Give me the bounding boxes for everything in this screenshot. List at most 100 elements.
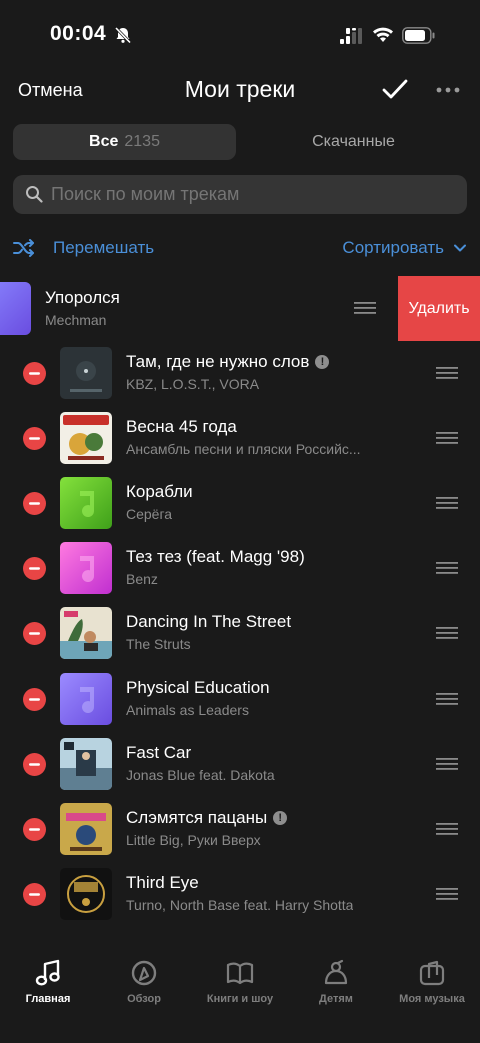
drag-handle-icon[interactable] — [436, 561, 458, 575]
drag-handle-icon[interactable] — [436, 626, 458, 640]
remove-icon[interactable] — [23, 492, 46, 515]
status-time: 00:04 — [50, 22, 107, 45]
tab-label: Детям — [319, 993, 353, 1005]
segment-all-count: 2135 — [124, 133, 160, 150]
track-row[interactable]: Dancing In The Street The Struts — [0, 601, 480, 666]
delete-button[interactable]: Удалить — [398, 276, 480, 341]
more-icon[interactable] — [436, 86, 460, 94]
tab-label: Главная — [25, 993, 71, 1005]
track-title: Там, где не нужно слов! — [126, 352, 330, 372]
tab-kids[interactable]: Детям — [288, 958, 384, 1005]
remove-icon[interactable] — [23, 622, 46, 645]
remove-icon[interactable] — [23, 753, 46, 776]
chevron-down-icon[interactable] — [454, 244, 466, 252]
tab-browse[interactable]: Обзор — [96, 958, 192, 1005]
drag-handle-icon[interactable] — [436, 692, 458, 706]
track-row[interactable]: Third Eye Turno, North Base feat. Harry … — [0, 862, 480, 927]
remove-icon[interactable] — [23, 818, 46, 841]
track-artist: Mechman — [45, 312, 107, 328]
track-title: Physical Education — [126, 678, 270, 697]
track-artist: KBZ, L.O.S.T., VORA — [126, 376, 260, 392]
drag-handle-icon[interactable] — [354, 301, 376, 315]
track-title: Корабли — [126, 482, 193, 501]
remove-icon[interactable] — [23, 427, 46, 450]
track-row[interactable]: Тез тез (feat. Magg '98) Benz — [0, 536, 480, 601]
tab-label: Книги и шоу — [206, 993, 274, 1005]
album-cover — [60, 542, 112, 594]
explicit-icon: ! — [315, 355, 330, 369]
track-artist: Benz — [126, 571, 158, 587]
wifi-icon — [373, 27, 393, 42]
segment-all-label: Все — [89, 133, 119, 150]
swiped-track-row[interactable]: Упоролся Mechman Удалить — [0, 276, 480, 341]
check-icon[interactable] — [382, 78, 408, 100]
album-cover — [60, 673, 112, 725]
signal-icon — [340, 28, 362, 44]
remove-icon[interactable] — [23, 362, 46, 385]
status-bar: 00:04 — [0, 0, 480, 70]
album-cover — [60, 477, 112, 529]
tab-bar: Главная Обзор Книги и шоу Детям Моя музы… — [0, 950, 480, 1043]
shuffle-icon[interactable] — [13, 239, 35, 257]
track-row[interactable]: Там, где не нужно слов! KBZ, L.O.S.T., V… — [0, 341, 480, 406]
remove-icon[interactable] — [23, 688, 46, 711]
shuffle-button[interactable]: Перемешать — [53, 238, 154, 258]
track-artist: Серёга — [126, 506, 173, 522]
track-title: Dancing In The Street — [126, 612, 292, 631]
track-row[interactable]: Весна 45 года Ансамбль песни и пляски Ро… — [0, 406, 480, 471]
segment-all[interactable]: Все 2135 — [13, 124, 236, 160]
track-title: Упоролся — [45, 288, 120, 307]
drag-handle-icon[interactable] — [436, 366, 458, 380]
music-note-icon — [35, 959, 60, 986]
track-artist: Animals as Leaders — [126, 702, 249, 718]
segment-downloaded[interactable]: Скачанные — [240, 124, 467, 160]
drag-handle-icon[interactable] — [436, 496, 458, 510]
track-artist: Turno, North Base feat. Harry Shotta — [126, 897, 354, 913]
actions-row: Перемешать Сортировать — [0, 232, 480, 266]
album-cover — [60, 607, 112, 659]
album-cover — [60, 738, 112, 790]
album-cover — [60, 347, 112, 399]
album-cover — [60, 803, 112, 855]
track-artist: Ансамбль песни и пляски Российс... — [126, 441, 361, 457]
track-row[interactable]: Physical Education Animals as Leaders — [0, 667, 480, 732]
drag-handle-icon[interactable] — [436, 822, 458, 836]
remove-icon[interactable] — [23, 883, 46, 906]
tab-home[interactable]: Главная — [0, 958, 96, 1005]
album-cover — [60, 412, 112, 464]
remove-icon[interactable] — [23, 557, 46, 580]
track-title: Слэмятся пацаны! — [126, 808, 288, 828]
tab-my-music[interactable]: Моя музыка — [384, 958, 480, 1005]
sort-button[interactable]: Сортировать — [342, 238, 444, 258]
my-music-icon — [419, 960, 445, 986]
book-mic-icon — [226, 962, 254, 985]
album-cover — [60, 868, 112, 920]
track-title: Весна 45 года — [126, 417, 237, 436]
album-cover — [0, 282, 31, 335]
battery-icon — [402, 27, 435, 44]
segmented-control: Все 2135 Скачанные — [13, 124, 467, 160]
bell-off-icon — [114, 26, 132, 44]
drag-handle-icon[interactable] — [436, 887, 458, 901]
tab-label: Моя музыка — [399, 993, 465, 1005]
track-row[interactable]: Слэмятся пацаны! Little Big, Руки Вверх — [0, 797, 480, 862]
drag-handle-icon[interactable] — [436, 431, 458, 445]
track-title: Third Eye — [126, 873, 199, 892]
track-title: Тез тез (feat. Magg '98) — [126, 547, 305, 566]
search-bar — [13, 175, 467, 214]
nav-bar: Отмена Мои треки — [0, 70, 480, 114]
compass-play-icon — [131, 960, 157, 986]
explicit-icon: ! — [273, 811, 288, 825]
track-row[interactable]: Fast Car Jonas Blue feat. Dakota — [0, 732, 480, 797]
page-title: Мои треки — [184, 76, 296, 102]
drag-handle-icon[interactable] — [436, 757, 458, 771]
search-input[interactable] — [51, 175, 451, 214]
track-artist: The Struts — [126, 636, 191, 652]
track-artist: Jonas Blue feat. Dakota — [126, 767, 275, 783]
track-row[interactable]: Корабли Серёга — [0, 471, 480, 536]
track-title: Fast Car — [126, 743, 192, 762]
kids-icon — [324, 959, 348, 985]
tab-books-shows[interactable]: Книги и шоу — [192, 958, 288, 1005]
tab-label: Обзор — [127, 993, 161, 1005]
segment-downloaded-label: Скачанные — [312, 133, 395, 150]
